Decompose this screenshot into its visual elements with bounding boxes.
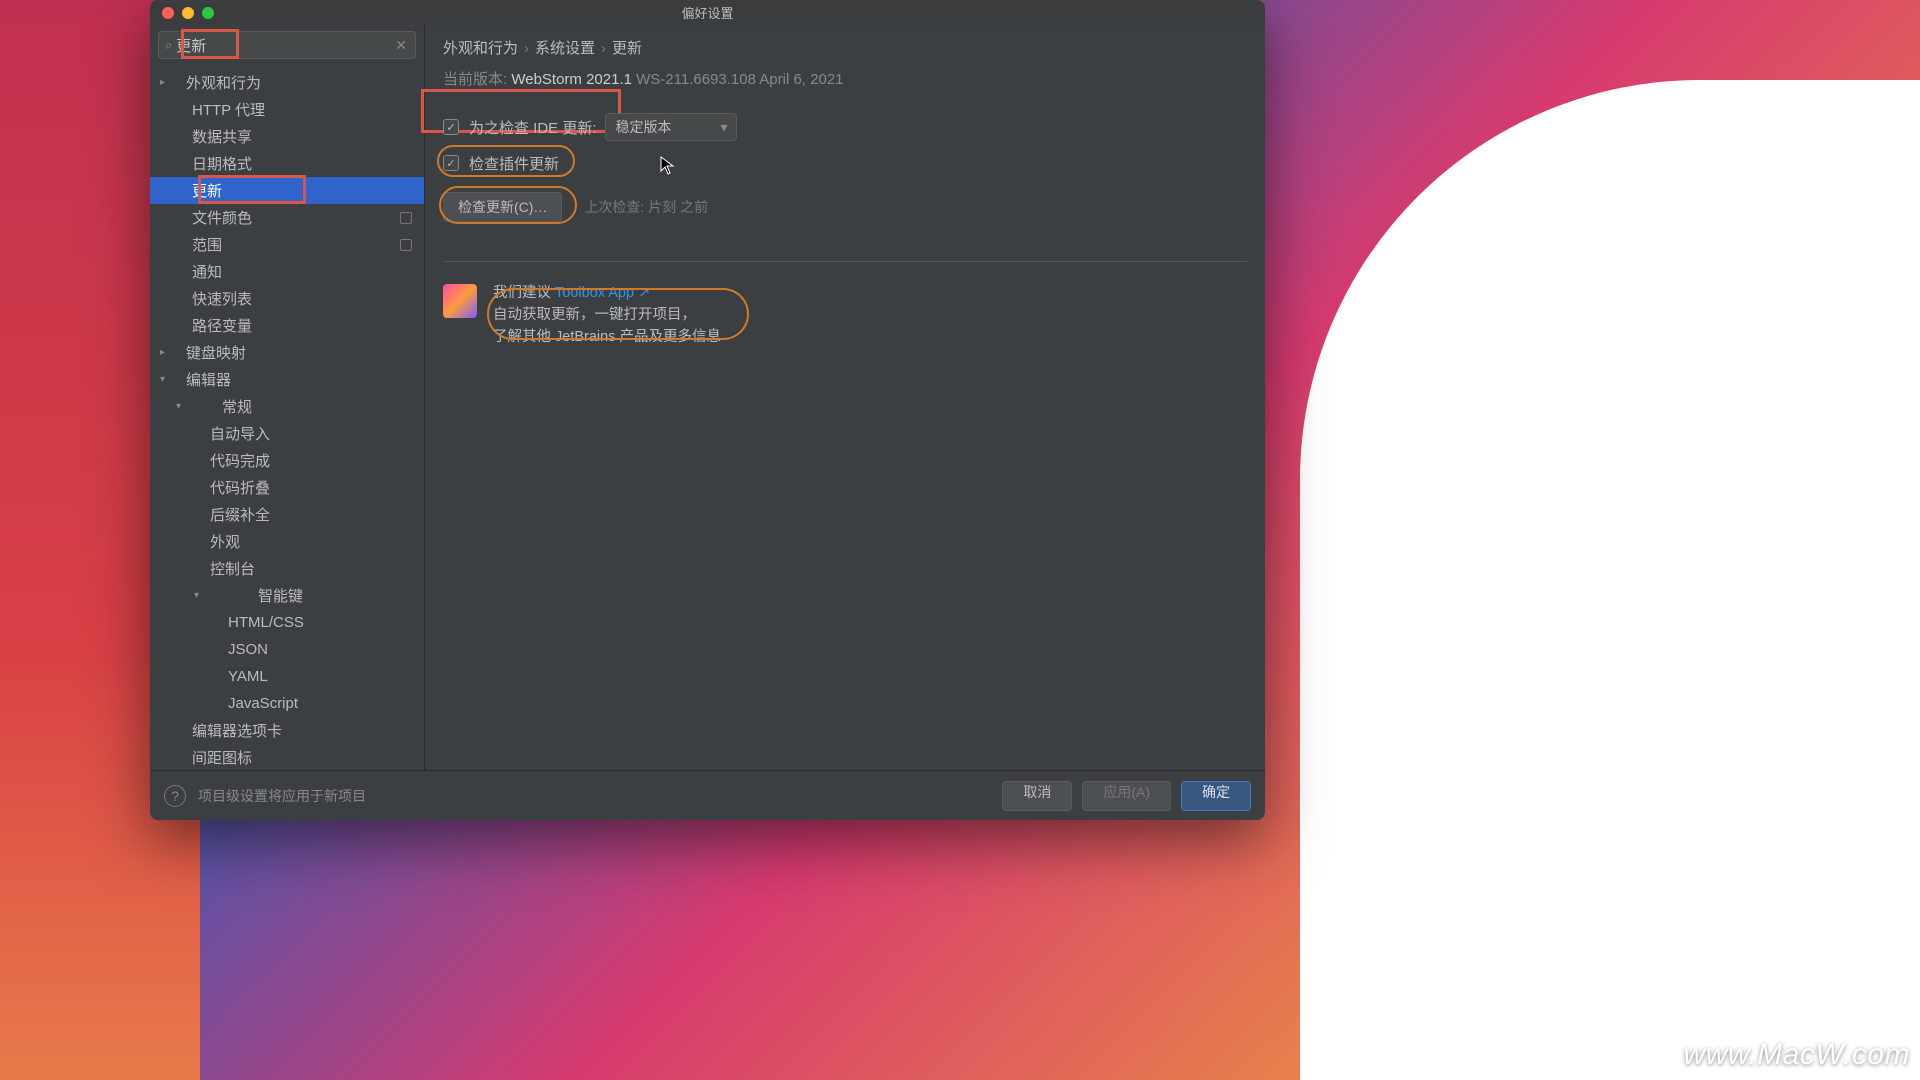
check-ide-label: 为之检查 IDE 更新: — [469, 117, 597, 138]
sidebar-item[interactable]: ▾ 常规 — [150, 393, 424, 420]
sidebar-item[interactable]: 后缀补全 — [150, 501, 424, 528]
sidebar-item[interactable]: 控制台 — [150, 555, 424, 582]
sidebar-item-label: 外观和行为 — [186, 72, 261, 93]
sidebar-item-label: HTTP 代理 — [192, 99, 265, 120]
sidebar-item-label: 常规 — [222, 396, 252, 417]
toolbox-icon — [443, 284, 477, 318]
sidebar-item[interactable]: 自动导入 — [150, 420, 424, 447]
sidebar-item-label: 文件颜色 — [192, 207, 252, 228]
chevron-down-icon: ▾ — [176, 401, 190, 412]
sidebar-item-label: 键盘映射 — [186, 342, 246, 363]
sidebar-item[interactable]: 文件颜色 — [150, 204, 424, 231]
sidebar-item-label: 更新 — [192, 180, 222, 201]
sidebar-item-label: 外观 — [210, 531, 240, 552]
check-now-button[interactable]: 检查更新(C)… — [443, 192, 562, 222]
watermark: www.MacW.com — [1683, 1038, 1910, 1072]
sidebar-item[interactable]: JavaScript — [150, 690, 424, 717]
sidebar-item-label: 日期格式 — [192, 153, 252, 174]
apply-button[interactable]: 应用(A) — [1082, 781, 1171, 811]
sidebar-item[interactable]: 更新 — [150, 177, 424, 204]
chevron-right-icon: ▸ — [160, 77, 174, 88]
sidebar-item-label: 范围 — [192, 234, 222, 255]
settings-tree[interactable]: ▸ 外观和行为 HTTP 代理数据共享日期格式更新文件颜色范围通知快速列表路径变量 ▸… — [150, 65, 424, 770]
sidebar-item-label: JavaScript — [228, 695, 298, 712]
sidebar-item-label: 代码完成 — [210, 450, 270, 471]
sidebar-item-label: 后缀补全 — [210, 504, 270, 525]
sidebar-item[interactable]: 数据共享 — [150, 123, 424, 150]
version-label: 当前版本: WebStorm 2021.1 WS-211.6693.108 Ap… — [425, 64, 1265, 103]
footer-note: 项目级设置将应用于新项目 — [198, 786, 366, 806]
sidebar-item[interactable]: ▾ 编辑器 — [150, 366, 424, 393]
sidebar-item[interactable]: 间距图标 — [150, 744, 424, 770]
sidebar-item-label: 路径变量 — [192, 315, 252, 336]
sidebar-item[interactable]: HTML/CSS — [150, 609, 424, 636]
sidebar-item[interactable]: ▸ 外观和行为 — [150, 69, 424, 96]
divider — [443, 261, 1247, 262]
sidebar-item-label: 数据共享 — [192, 126, 252, 147]
sidebar-item[interactable]: 范围 — [150, 231, 424, 258]
window-title: 偏好设置 — [681, 3, 733, 22]
sidebar: ⌕ ✕ ▸ 外观和行为 HTTP 代理数据共享日期格式更新文件颜色范围通知快速列表路… — [150, 25, 425, 770]
titlebar: 偏好设置 — [150, 0, 1265, 25]
sidebar-item[interactable]: 日期格式 — [150, 150, 424, 177]
sidebar-item-label: 自动导入 — [210, 423, 270, 444]
preferences-window: 偏好设置 ⌕ ✕ ▸ 外观和行为 HTTP 代理数据共享日期格式更新文件颜色范围通知… — [150, 0, 1265, 820]
sidebar-item[interactable]: ▾ 智能键 — [150, 582, 424, 609]
zoom-icon[interactable] — [202, 7, 214, 19]
sidebar-item-label: 编辑器选项卡 — [192, 720, 282, 741]
project-badge-icon — [400, 239, 412, 251]
sidebar-item-label: 快速列表 — [192, 288, 252, 309]
sidebar-item-label: 代码折叠 — [210, 477, 270, 498]
sidebar-item[interactable]: YAML — [150, 663, 424, 690]
check-ide-row: 为之检查 IDE 更新: 稳定版本 — [443, 109, 1247, 145]
dialog-footer: ? 项目级设置将应用于新项目 取消 应用(A) 确定 — [150, 770, 1265, 820]
check-plugins-checkbox[interactable] — [443, 155, 459, 171]
sidebar-item-label: 编辑器 — [186, 369, 231, 390]
sidebar-item[interactable]: 通知 — [150, 258, 424, 285]
main-panel: 外观和行为›系统设置›更新 当前版本: WebStorm 2021.1 WS-2… — [425, 25, 1265, 770]
sidebar-item[interactable]: 编辑器选项卡 — [150, 717, 424, 744]
search-box[interactable]: ⌕ ✕ — [158, 31, 416, 59]
ok-button[interactable]: 确定 — [1181, 781, 1251, 811]
sidebar-item[interactable]: 代码折叠 — [150, 474, 424, 501]
help-icon[interactable]: ? — [164, 785, 186, 807]
toolbox-link[interactable]: Toolbox App ↗ — [555, 285, 650, 301]
sidebar-item[interactable]: ▸ 键盘映射 — [150, 339, 424, 366]
search-icon: ⌕ — [165, 37, 172, 53]
chevron-right-icon: ▸ — [160, 347, 174, 358]
sidebar-item-label: JSON — [228, 641, 268, 658]
sidebar-item[interactable]: 外观 — [150, 528, 424, 555]
sidebar-item-label: 智能键 — [258, 585, 303, 606]
chevron-down-icon: ▾ — [194, 590, 208, 601]
sidebar-item[interactable]: 路径变量 — [150, 312, 424, 339]
sidebar-item-label: 控制台 — [210, 558, 255, 579]
check-ide-checkbox[interactable] — [443, 119, 459, 135]
update-channel-select[interactable]: 稳定版本 — [605, 113, 737, 141]
close-icon[interactable] — [162, 7, 174, 19]
sidebar-item-label: HTML/CSS — [228, 614, 304, 631]
cancel-button[interactable]: 取消 — [1002, 781, 1072, 811]
sidebar-item[interactable]: JSON — [150, 636, 424, 663]
sidebar-item-label: YAML — [228, 668, 268, 685]
project-badge-icon — [400, 212, 412, 224]
sidebar-item-label: 通知 — [192, 261, 222, 282]
breadcrumb: 外观和行为›系统设置›更新 — [425, 25, 1265, 64]
last-check-label: 上次检查: 片刻 之前 — [584, 197, 708, 217]
sidebar-item[interactable]: 代码完成 — [150, 447, 424, 474]
check-plugins-row: 检查插件更新 — [443, 145, 1247, 181]
check-plugins-label: 检查插件更新 — [469, 153, 559, 174]
toolbox-promo: 我们建议 Toolbox App ↗ 自动获取更新，一键打开项目， 了解其他 J… — [443, 282, 1247, 348]
minimize-icon[interactable] — [182, 7, 194, 19]
search-input[interactable] — [176, 37, 387, 54]
sidebar-item-label: 间距图标 — [192, 747, 252, 768]
clear-search-icon[interactable]: ✕ — [395, 37, 407, 54]
sidebar-item[interactable]: 快速列表 — [150, 285, 424, 312]
chevron-down-icon: ▾ — [160, 374, 174, 385]
sidebar-item[interactable]: HTTP 代理 — [150, 96, 424, 123]
